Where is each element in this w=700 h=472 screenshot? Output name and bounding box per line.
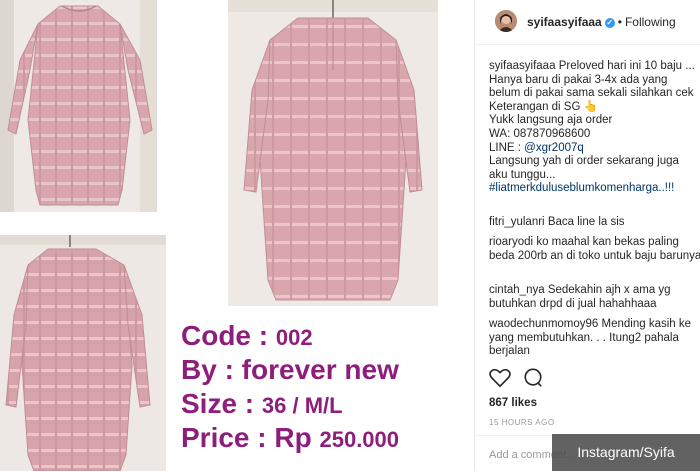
avatar[interactable] (495, 10, 517, 32)
pointing-hand-icon: 👆 (583, 100, 598, 113)
caption-line-1: syifaasyifaaa Preloved hari ini 10 baju … (489, 60, 700, 74)
dress-photo-2 (228, 0, 438, 306)
caption-line-5: Yukk langsung aja order (489, 114, 613, 127)
comment-item: waodechunmomoy96 Mending kasih ke yang m… (489, 318, 700, 359)
comment-username[interactable]: cintah_nya (489, 284, 545, 296)
caption-line-9: aku tunggu... (489, 168, 556, 181)
comment-text: Baca line la sis (547, 216, 625, 228)
username-link[interactable]: syifaasyifaaa (527, 15, 602, 29)
dress-photo-1 (0, 0, 157, 212)
hashtag-link[interactable]: #liatmerkduluseblumkomenharga..!!! (489, 182, 700, 196)
size-label: Size : (181, 388, 262, 419)
comment-username[interactable]: rioaryodi (489, 236, 533, 248)
dress-photo-3 (0, 235, 166, 471)
instagram-post-panel: syifaasyifaaa ✓ • Following syifaasyifaaa P… (474, 0, 700, 471)
brand-label: By : forever new (181, 354, 399, 385)
product-size: Size : 36 / M/L (181, 390, 343, 418)
caption-line-7: LINE : @xgr2007q (489, 142, 700, 156)
code-label: Code : (181, 320, 276, 351)
source-watermark: Instagram/Syifa (552, 434, 700, 471)
size-value: 36 / M/L (261, 393, 343, 418)
code-value: 002 (275, 325, 313, 350)
separator-dot: • (617, 15, 622, 29)
caption-line-6: WA: 087870968600 (489, 127, 591, 140)
product-brand: By : forever new (181, 356, 399, 384)
price-label: Price : Rp (181, 422, 320, 453)
heart-icon[interactable] (489, 368, 511, 393)
verified-badge-icon: ✓ (604, 17, 615, 28)
post-header: syifaasyifaaa ✓ • Following (475, 0, 700, 45)
comment-username[interactable]: waodechunmomoy96 (489, 318, 598, 330)
caption-text: Keterangan di SG (489, 100, 581, 113)
caption-text: LINE : (489, 141, 525, 154)
caption-line-4: Keterangan di SG 👆 (489, 101, 700, 115)
comment-item: fitri_yulanri Baca line la sis (489, 216, 700, 230)
following-button[interactable]: Following (625, 15, 676, 29)
comment-item: rioaryodi ko maahal kan bekas paling bed… (489, 236, 700, 263)
caption-line-3: belum di pakai sama sekali silahkan cek (489, 87, 694, 100)
header-username: syifaasyifaaa ✓ • Following (527, 15, 676, 29)
line-id-mention[interactable]: @xgr2007q (524, 142, 584, 154)
comment-icon[interactable] (523, 368, 543, 393)
timestamp[interactable]: 15 HOURS AGO (489, 418, 555, 427)
comment-username[interactable]: fitri_yulanri (489, 216, 545, 228)
post-caption: syifaasyifaaa Preloved hari ini 10 baju … (489, 60, 700, 196)
product-code: Code : 002 (181, 322, 313, 350)
caption-line-8: Langsung yah di order sekarang juga (489, 155, 679, 168)
comment-item: cintah_nya Sedekahin ajh x ama yg butuhk… (489, 284, 700, 311)
caption-line-2: Hanya baru di pakai 3-4x ada yang (489, 73, 668, 86)
product-price: Price : Rp 250.000 (181, 424, 399, 452)
caption-text: Preloved hari ini 10 baju ... (558, 60, 695, 72)
like-count[interactable]: 867 likes (489, 397, 537, 409)
caption-username[interactable]: syifaasyifaaa (489, 60, 555, 72)
price-value: 250.000 (319, 427, 400, 452)
